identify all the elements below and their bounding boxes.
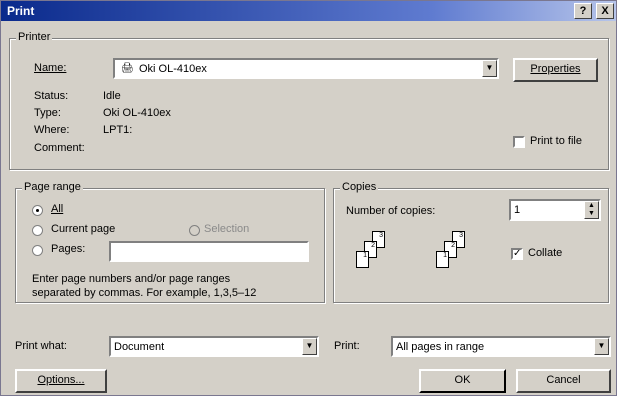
type-value: Oki OL-410ex <box>103 107 171 119</box>
print-what-label: Print what: <box>15 340 67 352</box>
page-icon: 1 <box>356 251 369 268</box>
close-button[interactable]: X <box>596 3 614 19</box>
pages-label: Pages: <box>51 243 86 255</box>
print-dropdown[interactable]: All pages in range ▼ <box>391 336 611 357</box>
copies-value: 1 <box>514 204 521 216</box>
copies-spinner[interactable]: 1 ▲ ▼ <box>509 199 601 221</box>
print-label: Print: <box>334 340 360 352</box>
comment-label: Comment: <box>34 142 85 154</box>
printer-name-dropdown[interactable]: 🖨 Oki OL-410ex ▼ <box>113 58 499 79</box>
where-label: Where: <box>34 124 70 136</box>
print-what-value: Document <box>114 341 165 353</box>
selection-radio[interactable] <box>189 225 200 236</box>
options-button[interactable]: Options... <box>15 369 107 393</box>
printer-group-label: Printer <box>16 31 53 43</box>
page-range-hint-line1: Enter page numbers and/or page ranges <box>32 273 231 285</box>
chevron-down-icon[interactable]: ▼ <box>302 338 317 355</box>
page-range-hint-line2: separated by commas. For example, 1,3,5–… <box>32 287 257 299</box>
current-page-radio[interactable] <box>32 225 43 236</box>
properties-button[interactable]: Properties <box>513 58 598 82</box>
where-value: LPT1: <box>103 124 133 136</box>
ok-button[interactable]: OK <box>419 369 506 393</box>
type-label: Type: <box>34 107 61 119</box>
page-range-group-label: Page range <box>22 181 83 193</box>
copies-group-label: Copies <box>340 181 379 193</box>
chevron-down-icon[interactable]: ▼ <box>594 338 609 355</box>
all-radio[interactable] <box>32 205 43 216</box>
pages-radio[interactable] <box>32 245 43 256</box>
cancel-button[interactable]: Cancel <box>516 369 611 393</box>
title-bar[interactable]: Print ? X <box>1 1 616 21</box>
number-of-copies-label: Number of copies: <box>346 205 436 217</box>
page-icon: 1 <box>436 251 449 268</box>
status-value: Idle <box>103 90 121 102</box>
printer-name-value: Oki OL-410ex <box>139 63 207 75</box>
collate-checkbox[interactable]: ✓ <box>511 248 523 260</box>
current-page-label: Current page <box>51 223 116 235</box>
printer-icon: 🖨 <box>121 63 134 74</box>
all-radio-label: All <box>51 203 64 215</box>
print-value: All pages in range <box>396 341 485 353</box>
window-title: Print <box>7 4 35 18</box>
spinner-arrows-icon[interactable]: ▲ ▼ <box>584 201 599 219</box>
uncollated-pages-icon: 3 2 1 <box>346 231 396 291</box>
printer-name-label: Name: <box>34 62 67 74</box>
status-label: Status: <box>34 90 69 102</box>
pages-input[interactable] <box>109 241 309 262</box>
selection-label: Selection <box>204 223 250 235</box>
help-button[interactable]: ? <box>574 3 592 19</box>
collate-label: Collate <box>528 247 563 259</box>
print-dialog: Print ? X Printer Name: 🖨 Oki OL-410ex ▼… <box>0 0 617 396</box>
collated-pages-icon: 3 2 1 <box>426 231 476 291</box>
print-what-dropdown[interactable]: Document ▼ <box>109 336 319 357</box>
chevron-down-icon[interactable]: ▼ <box>482 60 497 77</box>
print-to-file-label: Print to file <box>530 135 582 147</box>
print-to-file-checkbox[interactable] <box>513 136 525 148</box>
